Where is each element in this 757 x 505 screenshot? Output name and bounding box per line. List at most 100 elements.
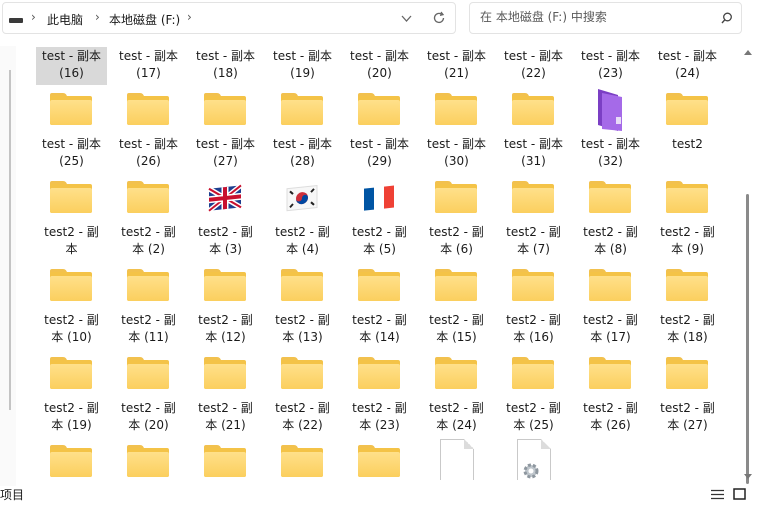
folder-icon [358,269,400,301]
item-name: test2 - 副 [44,225,99,239]
folder-icon [435,93,477,125]
item-name: test2 - 副 [352,313,407,327]
file-item[interactable] [33,46,110,477]
item-name: test - 副本 [503,49,563,63]
refresh-icon[interactable] [432,11,446,25]
folder-icon [204,445,246,477]
chevron-down-icon[interactable] [401,15,412,23]
file-item[interactable] [495,46,572,480]
folder-icon [589,357,631,389]
folder-icon [127,445,169,477]
item-name-line2: 本 (6) [440,242,473,256]
folder-icon [204,93,246,125]
file-item[interactable] [264,46,341,477]
address-bar[interactable]: › 此电脑 › 本地磁盘 (F:) › [2,2,456,34]
gear-icon [523,463,539,479]
scroll-down-icon[interactable] [744,474,752,479]
item-name: test2 - 副 [275,225,330,239]
folder-front [50,276,92,301]
folder-front [589,364,631,389]
folder-front [512,100,554,125]
folder-front [281,364,323,389]
folder-front [358,364,400,389]
folder-icon [512,181,554,213]
folder-icon [204,357,246,389]
large-icons-view-icon[interactable] [733,488,746,500]
uk-flag-icon [207,183,243,213]
scroll-up-icon[interactable] [744,50,752,55]
file-item[interactable] [187,46,264,477]
item-name: test2 - 副 [121,401,176,415]
file-item[interactable] [418,46,495,480]
folder-front [127,364,169,389]
folder-front [204,276,246,301]
search-box[interactable] [469,2,742,34]
folder-front [435,364,477,389]
item-name-line2: 本 (17) [590,330,631,344]
folder-front [666,276,708,301]
item-name-line2: 本 (24) [436,418,477,432]
toolbar: › 此电脑 › 本地磁盘 (F:) › [0,0,757,38]
folder-icon [127,181,169,213]
item-name-line2: (31) [521,154,546,168]
folder-icon [127,93,169,125]
folder-front [512,276,554,301]
folder-icon [50,357,92,389]
status-bar: 项目 [0,486,757,505]
folder-icon [281,445,323,477]
scrollbar-thumb[interactable] [746,194,749,484]
folder-front [204,452,246,477]
item-name-line2: (21) [444,66,469,80]
folder-icon [127,269,169,301]
item-name: test2 - 副 [352,401,407,415]
purple-folder-icon [598,89,622,131]
item-name-line2: 本 (25) [513,418,554,432]
item-name: test2 - 副 [660,401,715,415]
search-input[interactable] [478,9,712,25]
item-name: test2 - 副 [660,313,715,327]
item-name-line2: 本 (22) [282,418,323,432]
item-name: test2 - 副 [44,313,99,327]
item-name: test - 副本 [349,137,409,151]
item-name-line2: 本 (12) [205,330,246,344]
item-name-line2: (19) [290,66,315,80]
file-item[interactable] [341,46,418,477]
file-item[interactable]: test2 - 副本 (27) [649,46,726,432]
folder-front [589,188,631,213]
folder-icon [358,445,400,477]
item-name-line2: 本 (5) [363,242,396,256]
item-name-line2: (18) [213,66,238,80]
item-name-line2: (28) [290,154,315,168]
file-item[interactable] [110,46,187,477]
item-name-line2: 本 (11) [128,330,169,344]
folder-front [435,276,477,301]
folder-front [358,100,400,125]
folder-front [281,276,323,301]
breadcrumb-local-disk[interactable]: 本地磁盘 (F:) [109,11,180,28]
item-name-line2: 本 (23) [359,418,400,432]
breadcrumb-this-pc[interactable]: 此电脑 [47,11,83,28]
breadcrumb-separator: › [31,10,36,24]
details-view-icon[interactable] [711,489,724,500]
folder-front [50,100,92,125]
item-name: test2 - 副 [583,401,638,415]
item-name-line2: 本 (21) [205,418,246,432]
folder-front [127,276,169,301]
breadcrumb-separator[interactable]: › [187,10,192,24]
search-icon[interactable] [721,12,733,24]
folder-front [358,276,400,301]
item-count: 项目 [0,488,25,502]
folder-front [512,364,554,389]
item-name: test - 副本 [272,137,332,151]
folder-icon [281,93,323,125]
vertical-scrollbar[interactable] [740,46,756,486]
folder-icon [435,181,477,213]
folder-icon [435,269,477,301]
item-name: test2 - 副 [429,401,484,415]
item-name-line2: 本 (2) [132,242,165,256]
item-name: test2 - 副 [275,401,330,415]
folder-front [204,364,246,389]
item-name-line2: 本 (8) [594,242,627,256]
file-item[interactable]: test2 - 副本 (26) [572,46,649,432]
folder-front [50,364,92,389]
